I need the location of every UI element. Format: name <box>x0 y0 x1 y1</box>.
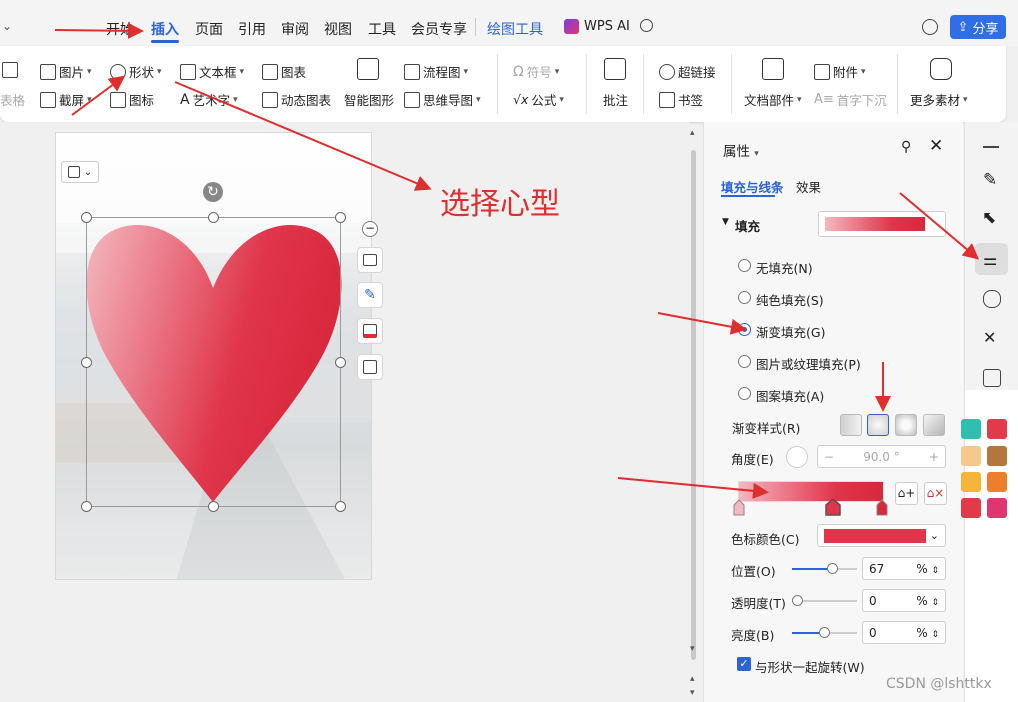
annotation-arrows <box>54 22 980 499</box>
arrow-to-annotation <box>174 81 432 191</box>
arrow-to-insert-tab <box>54 22 144 39</box>
arrow-to-gradient-bar <box>617 477 769 499</box>
arrow-to-gradient-fill <box>657 312 747 335</box>
arrow-to-shape-button <box>71 75 126 116</box>
watermark: CSDN @lshttkx <box>886 676 992 692</box>
arrow-to-properties-toggle <box>899 192 980 260</box>
